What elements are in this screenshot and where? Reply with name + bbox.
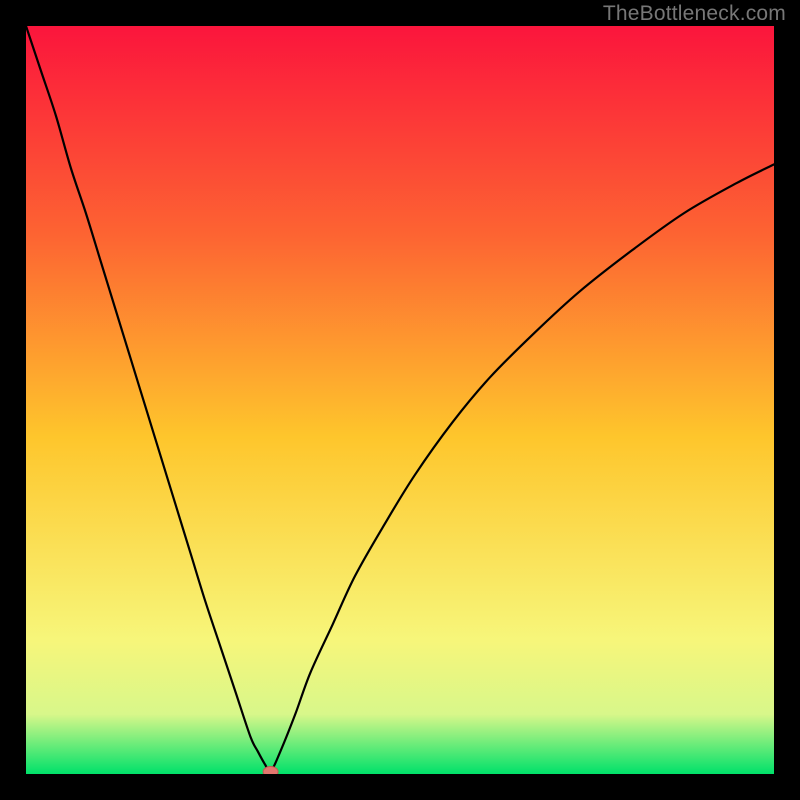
gradient-background	[26, 26, 774, 774]
chart-frame: TheBottleneck.com	[0, 0, 800, 800]
optimum-marker	[263, 767, 278, 774]
watermark-text: TheBottleneck.com	[603, 2, 786, 26]
plot-svg	[26, 26, 774, 774]
plot-area	[26, 26, 774, 774]
